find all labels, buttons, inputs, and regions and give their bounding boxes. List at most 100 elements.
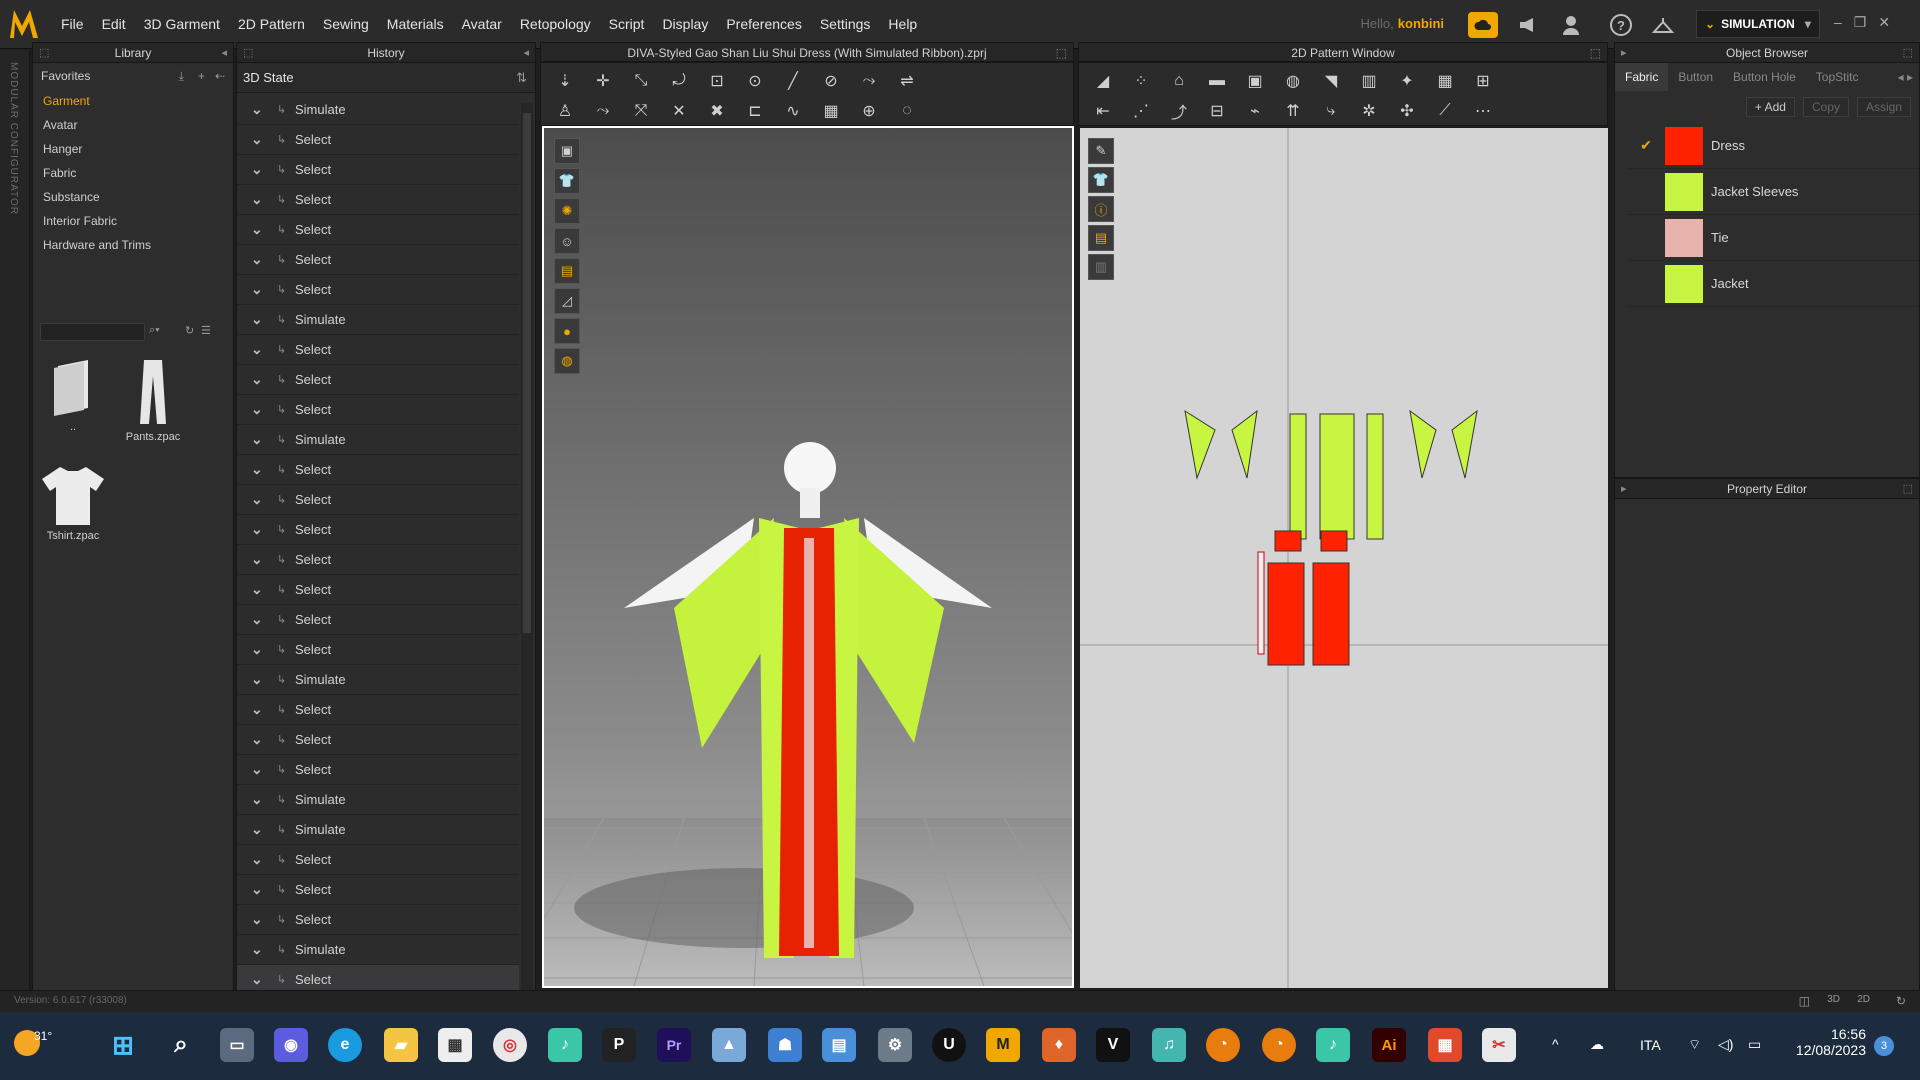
history-entry[interactable]: ⌄ ↳ Select bbox=[237, 125, 519, 155]
history-entry[interactable]: ⌄ ↳ Select bbox=[237, 215, 519, 245]
battery-icon[interactable]: ▭ bbox=[1748, 1036, 1761, 1053]
clock[interactable]: 16:56 12/08/2023 bbox=[1786, 1026, 1866, 1058]
fabric-swatch[interactable] bbox=[1665, 172, 1703, 211]
undock-icon[interactable]: ⬚ bbox=[1590, 43, 1601, 63]
tab-button-hole[interactable]: Button Hole bbox=[1723, 63, 1806, 91]
avatar-tool-icon[interactable]: ⇌ bbox=[891, 67, 923, 95]
teams-icon[interactable]: ◉ bbox=[274, 1028, 308, 1062]
favorites-header[interactable]: Favorites ⤓ + ⇠ bbox=[33, 63, 233, 89]
photos-icon[interactable]: ▲ bbox=[712, 1028, 746, 1062]
view-2d-icon[interactable]: 2D bbox=[1857, 994, 1870, 1005]
tack-icon[interactable]: ✕ bbox=[663, 97, 695, 125]
snipping-icon[interactable]: ✂ bbox=[1482, 1028, 1516, 1062]
notepad-icon[interactable]: ▤ bbox=[822, 1028, 856, 1062]
sew-check-icon[interactable]: ⤴ bbox=[1163, 97, 1195, 125]
blender-2-icon[interactable]: ◔ bbox=[1262, 1028, 1296, 1062]
knit-icon[interactable]: ⤷ bbox=[1315, 97, 1347, 125]
file-explorer-icon[interactable]: ▰ bbox=[384, 1028, 418, 1062]
fabric-item[interactable]: Jacket Sleeves bbox=[1627, 169, 1919, 215]
free-sewing-icon[interactable]: ⋰ bbox=[1125, 97, 1157, 125]
add-button[interactable]: + Add bbox=[1745, 97, 1795, 117]
cloud-sync-icon[interactable] bbox=[1468, 12, 1498, 38]
library-category-avatar[interactable]: Avatar bbox=[33, 113, 233, 137]
history-entry[interactable]: ⌄ ↳ Select bbox=[237, 275, 519, 305]
marvelous-taskbar-icon[interactable]: M bbox=[986, 1028, 1020, 1062]
close-icon[interactable]: ✕ bbox=[1878, 14, 1890, 31]
edge-icon[interactable]: e bbox=[328, 1028, 362, 1062]
history-entry[interactable]: ⌄ ↳ Select bbox=[237, 725, 519, 755]
history-entry[interactable]: ⌄ ↳ Select bbox=[237, 635, 519, 665]
view3d-viewport[interactable]: ▣ 👕 ✺ ☺ ▤ ◿ ● ◍ bbox=[542, 126, 1074, 988]
history-entry[interactable]: ⌄ ↳ Simulate bbox=[237, 815, 519, 845]
pattern-transform-icon[interactable]: ◢ bbox=[1087, 67, 1119, 95]
fabric-item[interactable]: Jacket bbox=[1627, 261, 1919, 307]
create-polygon-icon[interactable]: ⌂ bbox=[1163, 67, 1195, 95]
history-entry[interactable]: ⌄ ↳ Select bbox=[237, 845, 519, 875]
library-category-hardware-and-trims[interactable]: Hardware and Trims bbox=[33, 233, 233, 257]
v-app-icon[interactable]: V bbox=[1096, 1028, 1130, 1062]
history-entry[interactable]: ⌄ ↳ Simulate bbox=[237, 665, 519, 695]
steam-icon[interactable]: ⤧ bbox=[625, 97, 657, 125]
fl-studio-icon[interactable]: ♦ bbox=[1042, 1028, 1076, 1062]
help-icon[interactable]: ? bbox=[1610, 14, 1632, 36]
edit-points-icon[interactable]: ⁘ bbox=[1125, 67, 1157, 95]
texture-view-icon[interactable]: ▤ bbox=[554, 258, 580, 284]
chrome-icon[interactable]: ◎ bbox=[493, 1028, 527, 1062]
internal-shape-icon[interactable]: ▣ bbox=[1239, 67, 1271, 95]
tab-scroll-arrows-icon[interactable]: ◂ ▸ bbox=[1898, 70, 1919, 84]
history-entry[interactable]: ⌄ ↳ Select bbox=[237, 335, 519, 365]
scrollbar-thumb[interactable] bbox=[523, 113, 531, 633]
history-entry[interactable]: ⌄ ↳ Select bbox=[237, 485, 519, 515]
tuck-icon[interactable]: ⊡ bbox=[701, 67, 733, 95]
vroid-icon[interactable]: ☗ bbox=[768, 1028, 802, 1062]
p-app-icon[interactable]: P bbox=[602, 1028, 636, 1062]
library-file-tshirt[interactable]: Tshirt.zpac bbox=[33, 463, 113, 542]
button-icon[interactable]: ⊏ bbox=[739, 97, 771, 125]
add-icon[interactable]: + bbox=[198, 69, 205, 83]
unreal-icon[interactable]: U bbox=[932, 1028, 966, 1062]
collapse-icon[interactable]: ▸ bbox=[1621, 43, 1627, 63]
pattern-info-icon[interactable]: ⓘ bbox=[1088, 196, 1114, 222]
notification-badge[interactable]: 3 bbox=[1874, 1036, 1894, 1056]
garment-view-icon[interactable]: 👕 bbox=[554, 168, 580, 194]
collapse-icon[interactable]: ▸ bbox=[1621, 479, 1627, 499]
library-category-fabric[interactable]: Fabric bbox=[33, 161, 233, 185]
miku-app-3-icon[interactable]: ♪ bbox=[1316, 1028, 1350, 1062]
history-settings-icon[interactable]: ⇅ bbox=[516, 63, 527, 93]
minimize-icon[interactable]: – bbox=[1834, 14, 1842, 31]
rectangle-icon[interactable]: ▬ bbox=[1201, 67, 1233, 95]
start-icon[interactable]: ⊞ bbox=[106, 1028, 140, 1062]
pattern-grid-icon[interactable]: ✦ bbox=[1391, 67, 1423, 95]
elastic-icon[interactable]: ⌁ bbox=[1239, 97, 1271, 125]
tack-2d-icon[interactable]: ⊟ bbox=[1201, 97, 1233, 125]
pattern-texture-icon[interactable]: ▤ bbox=[1088, 225, 1114, 251]
history-entry[interactable]: ⌄ ↳ Select bbox=[237, 245, 519, 275]
fabric-swatch[interactable] bbox=[1665, 126, 1703, 165]
pattern-edit-icon[interactable]: ✎ bbox=[1088, 138, 1114, 164]
undock-icon[interactable]: ⬚ bbox=[243, 43, 253, 63]
search-icon[interactable]: ⌕ bbox=[164, 1028, 198, 1062]
illustrator-icon[interactable]: Ai bbox=[1372, 1028, 1406, 1062]
onedrive-icon[interactable]: ☁ bbox=[1590, 1036, 1604, 1053]
history-entry[interactable]: ⌄ ↳ Simulate bbox=[237, 785, 519, 815]
library-file-parent[interactable]: .. bbox=[33, 358, 113, 443]
history-entry[interactable]: ⌄ ↳ Select bbox=[237, 455, 519, 485]
history-entry[interactable]: ⌄ ↳ Select bbox=[237, 515, 519, 545]
dart-icon[interactable]: ◥ bbox=[1315, 67, 1347, 95]
restore-icon[interactable]: ❐ bbox=[1854, 14, 1867, 31]
refresh-icon[interactable]: ↻ bbox=[185, 324, 194, 337]
quilt-icon[interactable]: ✲ bbox=[1353, 97, 1385, 125]
grid-check-icon[interactable]: ⊕ bbox=[853, 97, 885, 125]
view-3d-icon[interactable]: 3D bbox=[1827, 994, 1840, 1005]
pattern-fill-icon[interactable]: ▦ bbox=[815, 97, 847, 125]
store-icon[interactable]: ▦ bbox=[438, 1028, 472, 1062]
edit-pattern-icon[interactable]: ⤡ bbox=[625, 67, 657, 95]
library-category-hanger[interactable]: Hanger bbox=[33, 137, 233, 161]
tab-fabric[interactable]: Fabric bbox=[1615, 63, 1669, 91]
avatar-view-icon[interactable]: ▣ bbox=[554, 138, 580, 164]
undock-icon[interactable]: ⬚ bbox=[1903, 43, 1913, 63]
search-icon[interactable]: ⌕▾ bbox=[149, 324, 160, 337]
pose-icon[interactable]: ♙ bbox=[549, 97, 581, 125]
library-category-interior-fabric[interactable]: Interior Fabric bbox=[33, 209, 233, 233]
reset-view-icon[interactable]: ↻ bbox=[1896, 994, 1906, 1008]
